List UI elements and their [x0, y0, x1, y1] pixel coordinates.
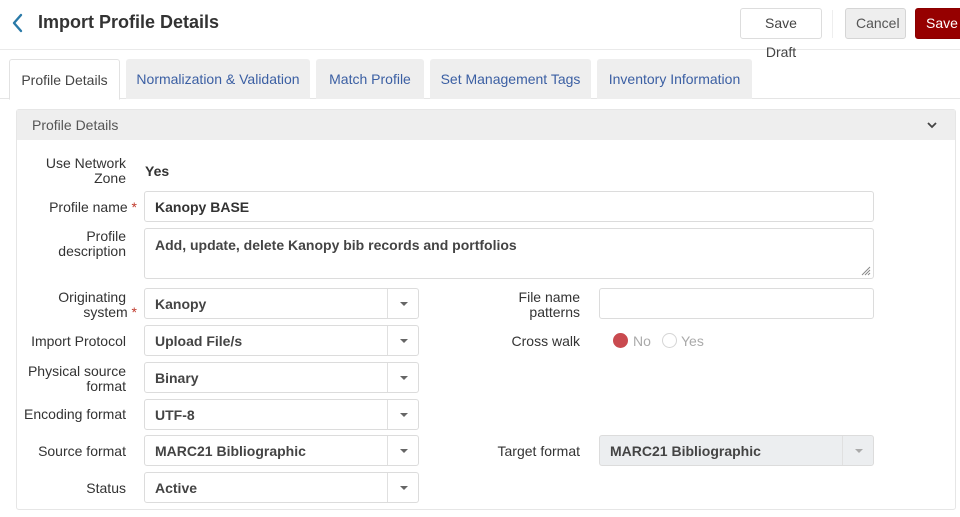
- required-marker: *: [131, 199, 137, 215]
- dropdown-caret-icon[interactable]: [387, 473, 418, 502]
- page-title: Import Profile Details: [38, 12, 220, 32]
- status-select[interactable]: Active: [144, 472, 419, 503]
- use-network-zone-value: Yes: [145, 163, 170, 179]
- source-format-label: Source format: [38, 443, 126, 459]
- originating-system-label: Originating system *: [20, 290, 137, 320]
- file-name-patterns-input[interactable]: [599, 288, 874, 319]
- cross-walk-label: Cross walk: [511, 333, 580, 349]
- profile-description-textarea[interactable]: Add, update, delete Kanopy bib records a…: [144, 228, 874, 279]
- cross-walk-radio-yes[interactable]: [662, 333, 677, 348]
- label-line: Use Network: [45, 155, 126, 171]
- target-format-label: Target format: [497, 443, 580, 459]
- page-header: Import Profile Details Save Draft Cancel…: [0, 0, 960, 60]
- save-draft-button[interactable]: Save Draft: [740, 8, 822, 60]
- selected-value: MARC21 Bibliographic: [155, 443, 306, 459]
- label-line: format: [86, 378, 126, 394]
- profile-name-input[interactable]: Kanopy BASE: [144, 191, 874, 222]
- selected-value: Upload File/s: [155, 333, 243, 349]
- cancel-button[interactable]: Cancel: [845, 8, 906, 39]
- label-line: patterns: [529, 304, 580, 320]
- dropdown-caret-icon[interactable]: [387, 400, 418, 429]
- profile-description-label: Profile description: [20, 229, 126, 259]
- dropdown-caret-icon: [842, 436, 873, 465]
- import-protocol-label: Import Protocol: [31, 333, 126, 349]
- selected-value: UTF-8: [155, 407, 195, 423]
- selected-value: MARC21 Bibliographic: [610, 443, 761, 459]
- encoding-format-select[interactable]: UTF-8: [144, 399, 419, 430]
- label-line: description: [58, 243, 126, 259]
- dropdown-caret-icon[interactable]: [387, 289, 418, 318]
- tab-profile-details[interactable]: Profile Details: [9, 59, 120, 100]
- encoding-format-label: Encoding format: [24, 406, 126, 422]
- tab-match-profile[interactable]: Match Profile: [316, 59, 424, 99]
- source-format-select[interactable]: MARC21 Bibliographic: [144, 435, 419, 466]
- divider: [832, 10, 833, 38]
- selected-value: Active: [155, 480, 198, 496]
- target-format-select: MARC21 Bibliographic: [599, 435, 874, 466]
- label-line: File name: [518, 289, 580, 305]
- panel-header[interactable]: Profile Details: [17, 110, 955, 140]
- tab-inventory-information[interactable]: Inventory Information: [597, 59, 752, 99]
- label-line: Originating: [58, 289, 126, 305]
- physical-source-format-label: Physical source format: [20, 364, 126, 394]
- import-protocol-select[interactable]: Upload File/s: [144, 325, 419, 356]
- label-line: system: [83, 304, 128, 320]
- file-name-patterns-label: File name patterns: [480, 290, 580, 320]
- dropdown-caret-icon[interactable]: [387, 326, 418, 355]
- save-button[interactable]: Save: [915, 8, 960, 39]
- panel-title: Profile Details: [32, 117, 119, 133]
- resize-grip-icon[interactable]: [859, 264, 871, 276]
- label-line: Zone: [94, 170, 126, 186]
- tab-normalization-validation[interactable]: Normalization & Validation: [126, 59, 310, 99]
- selected-value: Binary: [155, 370, 199, 386]
- use-network-zone-label: Use Network Zone: [20, 156, 126, 186]
- selected-value: Kanopy: [155, 296, 207, 312]
- profile-name-label: Profile name *: [20, 200, 137, 215]
- cross-walk-radio-no[interactable]: [613, 333, 628, 348]
- originating-system-select[interactable]: Kanopy: [144, 288, 419, 319]
- tab-bar: Profile Details Normalization & Validati…: [0, 59, 960, 100]
- required-marker: *: [131, 304, 137, 320]
- back-chevron-left-icon[interactable]: [8, 11, 28, 35]
- radio-label-no: No: [633, 333, 651, 349]
- label-line: Profile: [86, 228, 126, 244]
- dropdown-caret-icon[interactable]: [387, 436, 418, 465]
- status-label: Status: [86, 480, 126, 496]
- label-line: Physical source: [27, 363, 126, 379]
- physical-source-format-select[interactable]: Binary: [144, 362, 419, 393]
- description-text: Add, update, delete Kanopy bib records a…: [155, 237, 517, 253]
- radio-label-yes: Yes: [681, 333, 704, 349]
- label-text: Profile name: [49, 199, 128, 215]
- chevron-down-icon[interactable]: [927, 110, 937, 151]
- dropdown-caret-icon[interactable]: [387, 363, 418, 392]
- tab-set-management-tags[interactable]: Set Management Tags: [430, 59, 591, 99]
